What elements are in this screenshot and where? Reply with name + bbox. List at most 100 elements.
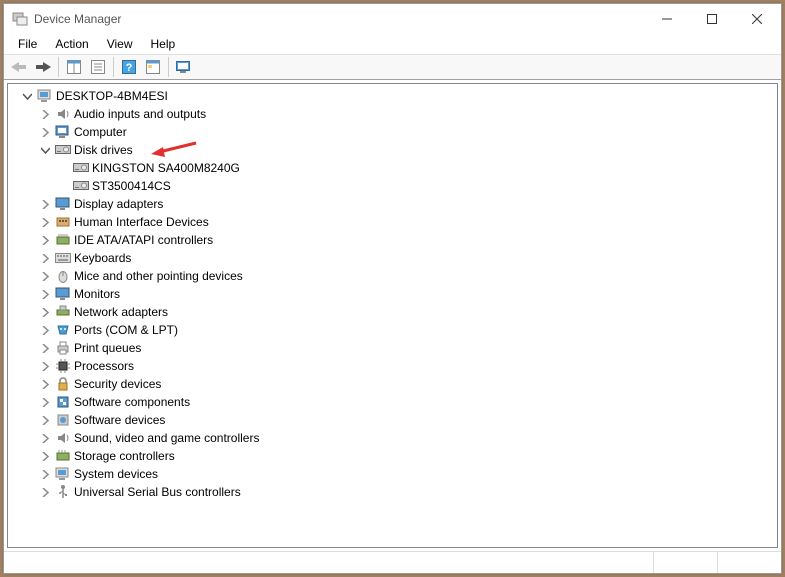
tree-leaf-disk-1[interactable]: KINGSTON SA400M8240G xyxy=(8,159,777,177)
device-manager-window: Device Manager File Action View Help ? D… xyxy=(3,3,782,574)
display-icon xyxy=(55,196,71,212)
separator xyxy=(58,57,59,77)
back-button[interactable] xyxy=(8,56,30,78)
expand-icon[interactable] xyxy=(38,107,52,121)
menu-action[interactable]: Action xyxy=(47,35,96,53)
tree-node-sound[interactable]: Sound, video and game controllers xyxy=(8,429,777,447)
toolbar: ? xyxy=(4,54,781,80)
help-button[interactable]: ? xyxy=(118,56,140,78)
audio-icon xyxy=(55,106,71,122)
tree-label: Ports (COM & LPT) xyxy=(74,321,178,339)
devices-button[interactable] xyxy=(173,56,195,78)
system-icon xyxy=(55,466,71,482)
tree-node-ide[interactable]: IDE ATA/ATAPI controllers xyxy=(8,231,777,249)
spacer xyxy=(56,179,70,193)
tree-node-ports[interactable]: Ports (COM & LPT) xyxy=(8,321,777,339)
tree-label: Disk drives xyxy=(74,141,133,159)
disk-icon xyxy=(73,178,89,194)
show-hide-console-button[interactable] xyxy=(63,56,85,78)
tree-node-network[interactable]: Network adapters xyxy=(8,303,777,321)
disk-icon xyxy=(73,160,89,176)
computer-icon xyxy=(37,88,53,104)
tree-node-display[interactable]: Display adapters xyxy=(8,195,777,213)
expand-icon[interactable] xyxy=(38,287,52,301)
tree-node-printq[interactable]: Print queues xyxy=(8,339,777,357)
device-tree[interactable]: DESKTOP-4BM4ESI Audio inputs and outputs… xyxy=(7,83,778,548)
tree-node-monitors[interactable]: Monitors xyxy=(8,285,777,303)
tree-node-processors[interactable]: Processors xyxy=(8,357,777,375)
expand-icon[interactable] xyxy=(38,341,52,355)
tree-node-sw-components[interactable]: Software components xyxy=(8,393,777,411)
expand-icon[interactable] xyxy=(38,233,52,247)
tree-node-usb[interactable]: Universal Serial Bus controllers xyxy=(8,483,777,501)
expand-icon[interactable] xyxy=(38,251,52,265)
menu-file[interactable]: File xyxy=(10,35,45,53)
expand-icon[interactable] xyxy=(38,413,52,427)
hid-icon xyxy=(55,214,71,230)
tree-node-keyboards[interactable]: Keyboards xyxy=(8,249,777,267)
expand-icon[interactable] xyxy=(38,215,52,229)
expand-icon[interactable] xyxy=(38,485,52,499)
tree-node-audio[interactable]: Audio inputs and outputs xyxy=(8,105,777,123)
maximize-button[interactable] xyxy=(689,5,734,34)
expand-icon[interactable] xyxy=(38,323,52,337)
expand-icon[interactable] xyxy=(38,305,52,319)
expand-icon[interactable] xyxy=(38,125,52,139)
tree-label: Security devices xyxy=(74,375,161,393)
scan-hardware-button[interactable] xyxy=(142,56,164,78)
expand-icon[interactable] xyxy=(38,197,52,211)
tree-node-sw-devices[interactable]: Software devices xyxy=(8,411,777,429)
usb-icon xyxy=(55,484,71,500)
expand-icon[interactable] xyxy=(38,359,52,373)
tree-label: IDE ATA/ATAPI controllers xyxy=(74,231,213,249)
tree-label: Display adapters xyxy=(74,195,163,213)
tree-node-computer[interactable]: Computer xyxy=(8,123,777,141)
expand-icon[interactable] xyxy=(38,467,52,481)
tree-label: Sound, video and game controllers xyxy=(74,429,259,447)
minimize-button[interactable] xyxy=(644,5,689,34)
tree-label: Universal Serial Bus controllers xyxy=(74,483,241,501)
cpu-icon xyxy=(55,358,71,374)
tree-label: Mice and other pointing devices xyxy=(74,267,243,285)
expand-icon[interactable] xyxy=(38,269,52,283)
separator xyxy=(168,57,169,77)
forward-button[interactable] xyxy=(32,56,54,78)
collapse-icon[interactable] xyxy=(38,143,52,157)
tree-root[interactable]: DESKTOP-4BM4ESI xyxy=(8,87,777,105)
expand-icon[interactable] xyxy=(38,449,52,463)
tree-leaf-disk-2[interactable]: ST3500414CS xyxy=(8,177,777,195)
expand-icon[interactable] xyxy=(38,377,52,391)
menubar: File Action View Help xyxy=(4,34,781,54)
controller-icon xyxy=(55,232,71,248)
close-button[interactable] xyxy=(734,5,779,34)
tree-label: Software devices xyxy=(74,411,165,429)
tree-node-disk-drives[interactable]: Disk drives xyxy=(8,141,777,159)
tree-label: Human Interface Devices xyxy=(74,213,209,231)
mouse-icon xyxy=(55,268,71,284)
menu-view[interactable]: View xyxy=(99,35,141,53)
tree-label: Software components xyxy=(74,393,190,411)
app-icon xyxy=(12,11,28,27)
tree-node-mice[interactable]: Mice and other pointing devices xyxy=(8,267,777,285)
tree-label: ST3500414CS xyxy=(92,177,171,195)
printer-icon xyxy=(55,340,71,356)
separator xyxy=(113,57,114,77)
expand-icon[interactable] xyxy=(38,431,52,445)
tree-node-storage[interactable]: Storage controllers xyxy=(8,447,777,465)
tree-node-security[interactable]: Security devices xyxy=(8,375,777,393)
properties-button[interactable] xyxy=(87,56,109,78)
collapse-icon[interactable] xyxy=(20,89,34,103)
statusbar xyxy=(4,551,781,573)
expand-icon[interactable] xyxy=(38,395,52,409)
tree-label: Monitors xyxy=(74,285,120,303)
tree-node-hid[interactable]: Human Interface Devices xyxy=(8,213,777,231)
tree-label: Keyboards xyxy=(74,249,131,267)
menu-help[interactable]: Help xyxy=(143,35,184,53)
status-segment xyxy=(717,552,777,573)
tree-node-system[interactable]: System devices xyxy=(8,465,777,483)
software-icon xyxy=(55,394,71,410)
svg-text:?: ? xyxy=(126,62,133,74)
security-icon xyxy=(55,376,71,392)
storage-icon xyxy=(55,448,71,464)
tree-label: DESKTOP-4BM4ESI xyxy=(56,87,168,105)
